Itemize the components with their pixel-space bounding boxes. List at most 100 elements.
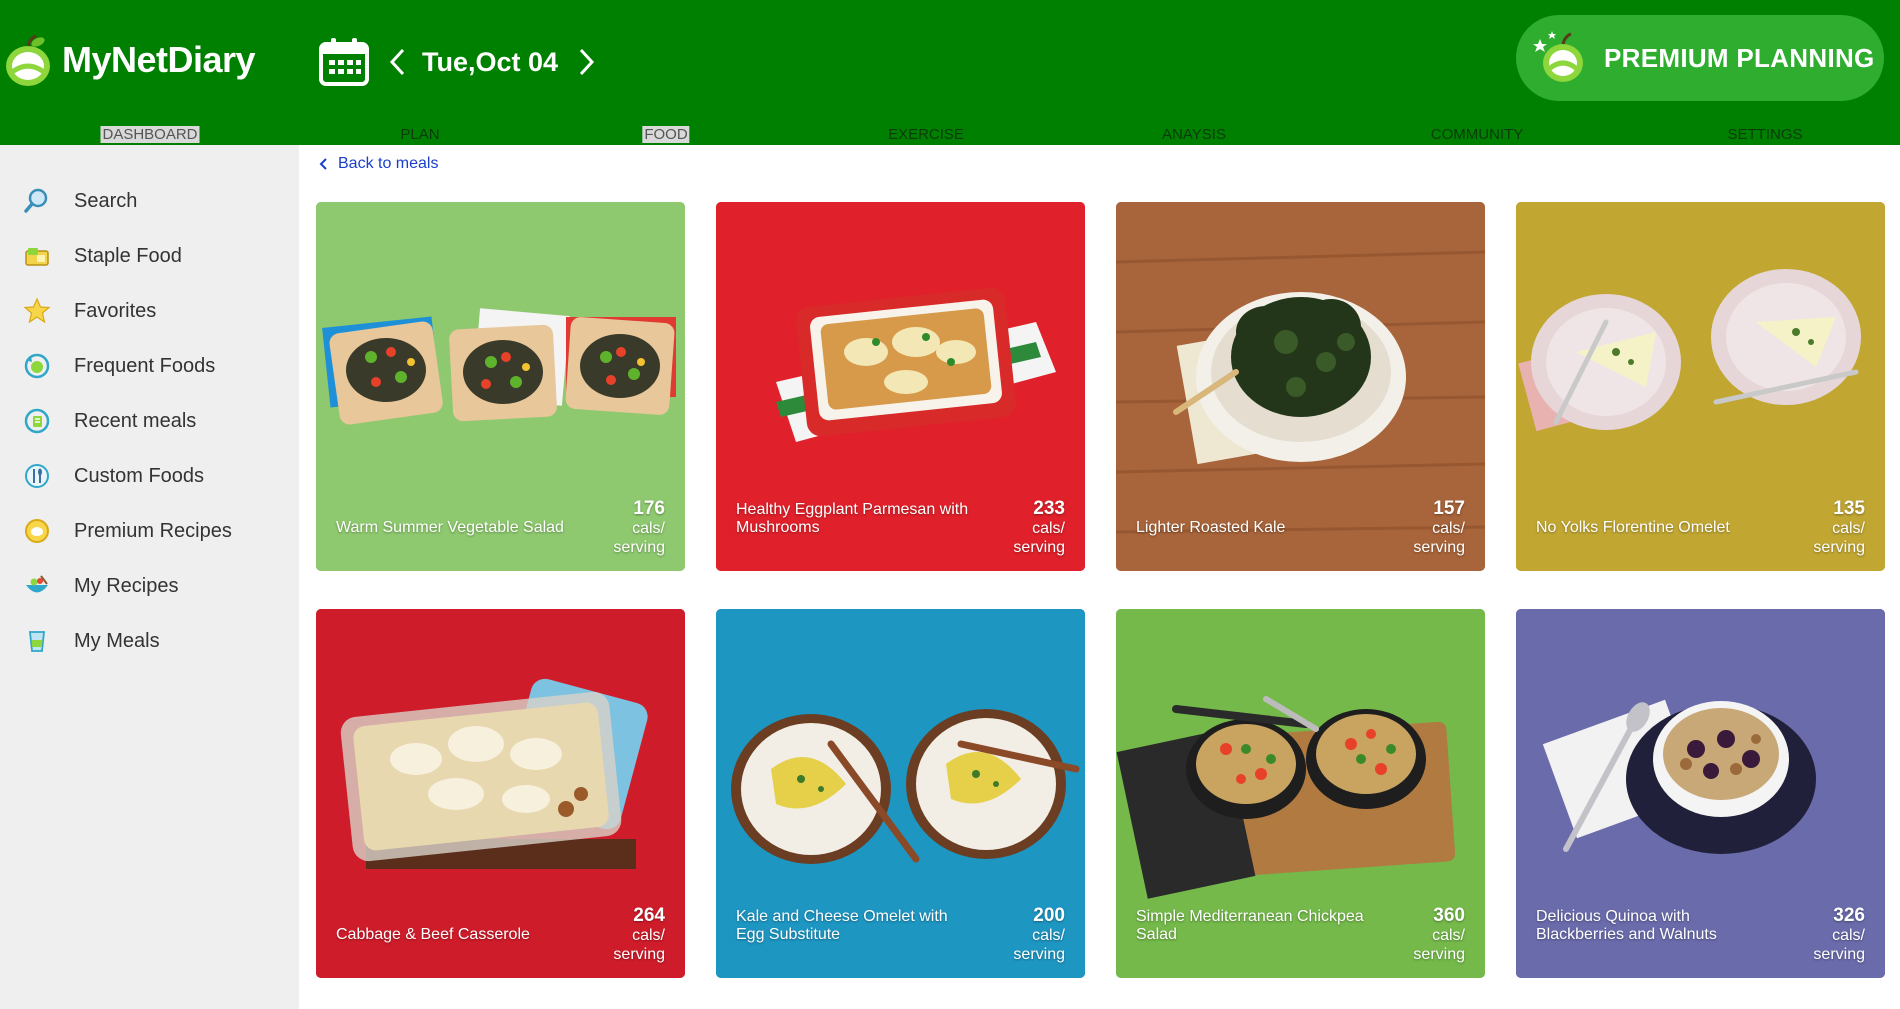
apple-logo-icon (6, 34, 50, 86)
calories-unit: serving (613, 946, 665, 963)
calories-unit: cals/ (1832, 927, 1865, 944)
calories-unit: cals/ (1832, 520, 1865, 537)
sidebar-item-label: Staple Food (74, 244, 182, 267)
current-date: Tue,Oct 04 (422, 46, 559, 77)
calories-unit: serving (1013, 539, 1065, 556)
back-to-meals-label: Back to meals (338, 155, 439, 172)
back-to-meals-link[interactable]: Back to meals (318, 155, 438, 173)
calories-unit: serving (1813, 539, 1865, 556)
recipe-card[interactable]: Delicious Quinoa with Blackberries and W… (1516, 609, 1885, 978)
recent-meals-icon (22, 406, 52, 436)
calories-unit: serving (1013, 946, 1065, 963)
recipe-card[interactable]: Healthy Eggplant Parmesan with Mushrooms… (716, 202, 1085, 571)
recipe-name: Kale and Cheese Omelet with Egg Substitu… (736, 908, 948, 943)
recipe-card[interactable]: Kale and Cheese Omelet with Egg Substitu… (716, 609, 1085, 978)
sidebar-item-search[interactable]: Search (0, 175, 299, 227)
my-meals-icon (22, 626, 52, 656)
recipe-calories: 135 cals/ serving (1813, 498, 1865, 557)
my-recipes-icon (22, 571, 52, 601)
sidebar-item-label: Recent meals (74, 409, 197, 432)
recipe-calories: 326 cals/ serving (1813, 905, 1865, 964)
calories-unit: cals/ (1032, 520, 1065, 537)
sidebar-item-premium-recipes[interactable]: Premium Recipes (0, 505, 299, 557)
recipe-name: Delicious Quinoa with Blackberries and W… (1536, 908, 1717, 943)
sidebar-item-label: Premium Recipes (74, 519, 232, 542)
main-nav: DASHBOARD PLAN FOOD EXERCISE ANAYSIS COM… (0, 124, 1900, 145)
calories-unit: serving (1413, 946, 1465, 963)
calories-value: 326 (1833, 905, 1865, 926)
calories-value: 264 (633, 905, 665, 926)
nav-community[interactable]: COMMUNITY (1431, 126, 1524, 143)
sidebar-item-my-recipes[interactable]: My Recipes (0, 560, 299, 612)
nav-dashboard[interactable]: DASHBOARD (100, 126, 200, 143)
nav-exercise[interactable]: EXERCISE (888, 126, 964, 143)
recipe-name: No Yolks Florentine Omelet (1536, 519, 1730, 536)
sidebar-item-label: Search (74, 189, 138, 212)
sidebar-item-label: Frequent Foods (74, 354, 216, 377)
recipe-name: Simple Mediterranean Chickpea Salad (1136, 908, 1364, 943)
staple-food-icon (22, 241, 52, 271)
date-navigator: Tue,Oct 04 (318, 34, 602, 90)
top-header: MyNetDiary Tue,Oct 04 PREMIUM PLANNING D… (0, 0, 1900, 145)
calories-unit: cals/ (1432, 927, 1465, 944)
recipe-card[interactable]: Warm Summer Vegetable Salad 176 cals/ se… (316, 202, 685, 571)
calories-value: 233 (1033, 498, 1065, 519)
recipe-calories: 157 cals/ serving (1413, 498, 1465, 557)
sidebar-item-frequent-foods[interactable]: Frequent Foods (0, 340, 299, 392)
recipe-card[interactable]: Simple Mediterranean Chickpea Salad 360 … (1116, 609, 1485, 978)
sidebar-item-custom-foods[interactable]: Custom Foods (0, 450, 299, 502)
premium-planning-label: PREMIUM PLANNING (1604, 42, 1875, 73)
sidebar-item-label: My Recipes (74, 574, 179, 597)
recipe-calories: 200 cals/ serving (1013, 905, 1065, 964)
premium-planning-button[interactable]: PREMIUM PLANNING (1516, 15, 1884, 101)
calories-unit: serving (1813, 946, 1865, 963)
recipe-calories: 233 cals/ serving (1013, 498, 1065, 557)
calories-value: 360 (1433, 905, 1465, 926)
search-icon (22, 186, 52, 216)
app-logo-text: MyNetDiary (62, 39, 256, 80)
calories-unit: serving (1413, 539, 1465, 556)
nav-food[interactable]: FOOD (642, 126, 690, 143)
sidebar-item-recent-meals[interactable]: Recent meals (0, 395, 299, 447)
nav-plan[interactable]: PLAN (400, 126, 439, 143)
recipe-name: Cabbage & Beef Casserole (336, 926, 530, 943)
calories-unit: cals/ (1032, 927, 1065, 944)
calories-value: 176 (633, 498, 665, 519)
sidebar-item-label: Favorites (74, 299, 157, 322)
recipe-name: Lighter Roasted Kale (1136, 519, 1286, 536)
premium-recipes-icon (22, 516, 52, 546)
previous-day-button[interactable] (382, 42, 412, 82)
sidebar-item-staple-food[interactable]: Staple Food (0, 230, 299, 282)
app-logo[interactable]: MyNetDiary (0, 30, 256, 90)
next-day-button[interactable] (572, 42, 602, 82)
star-icon (22, 296, 52, 326)
chevron-left-icon (389, 48, 405, 76)
sidebar-item-label: My Meals (74, 629, 160, 652)
chevron-left-icon (319, 158, 327, 170)
sidebar-item-my-meals[interactable]: My Meals (0, 615, 299, 667)
recipe-name: Warm Summer Vegetable Salad (336, 519, 564, 536)
calories-unit: cals/ (632, 927, 665, 944)
sidebar-item-favorites[interactable]: Favorites (0, 285, 299, 337)
frequent-foods-icon (22, 351, 52, 381)
recipe-name: Healthy Eggplant Parmesan with Mushrooms (736, 501, 969, 536)
recipe-card[interactable]: Lighter Roasted Kale 157 cals/ serving (1116, 202, 1485, 571)
recipe-calories: 360 cals/ serving (1413, 905, 1465, 964)
calories-value: 135 (1833, 498, 1865, 519)
nav-settings[interactable]: SETTINGS (1727, 126, 1802, 143)
chevron-right-icon (579, 48, 595, 76)
recipe-calories: 176 cals/ serving (613, 498, 665, 557)
calories-value: 157 (1433, 498, 1465, 519)
recipe-card[interactable]: Cabbage & Beef Casserole 264 cals/ servi… (316, 609, 685, 978)
food-sidebar: Search Staple Food Favorites Frequent Fo… (0, 145, 299, 1009)
calories-value: 200 (1033, 905, 1065, 926)
premium-apple-icon (1533, 31, 1583, 82)
calendar-icon[interactable] (318, 36, 370, 88)
calories-unit: cals/ (632, 520, 665, 537)
custom-foods-icon (22, 461, 52, 491)
recipe-calories: 264 cals/ serving (613, 905, 665, 964)
nav-analysis[interactable]: ANAYSIS (1162, 126, 1226, 143)
recipe-card[interactable]: No Yolks Florentine Omelet 135 cals/ ser… (1516, 202, 1885, 571)
calories-unit: cals/ (1432, 520, 1465, 537)
calories-unit: serving (613, 539, 665, 556)
